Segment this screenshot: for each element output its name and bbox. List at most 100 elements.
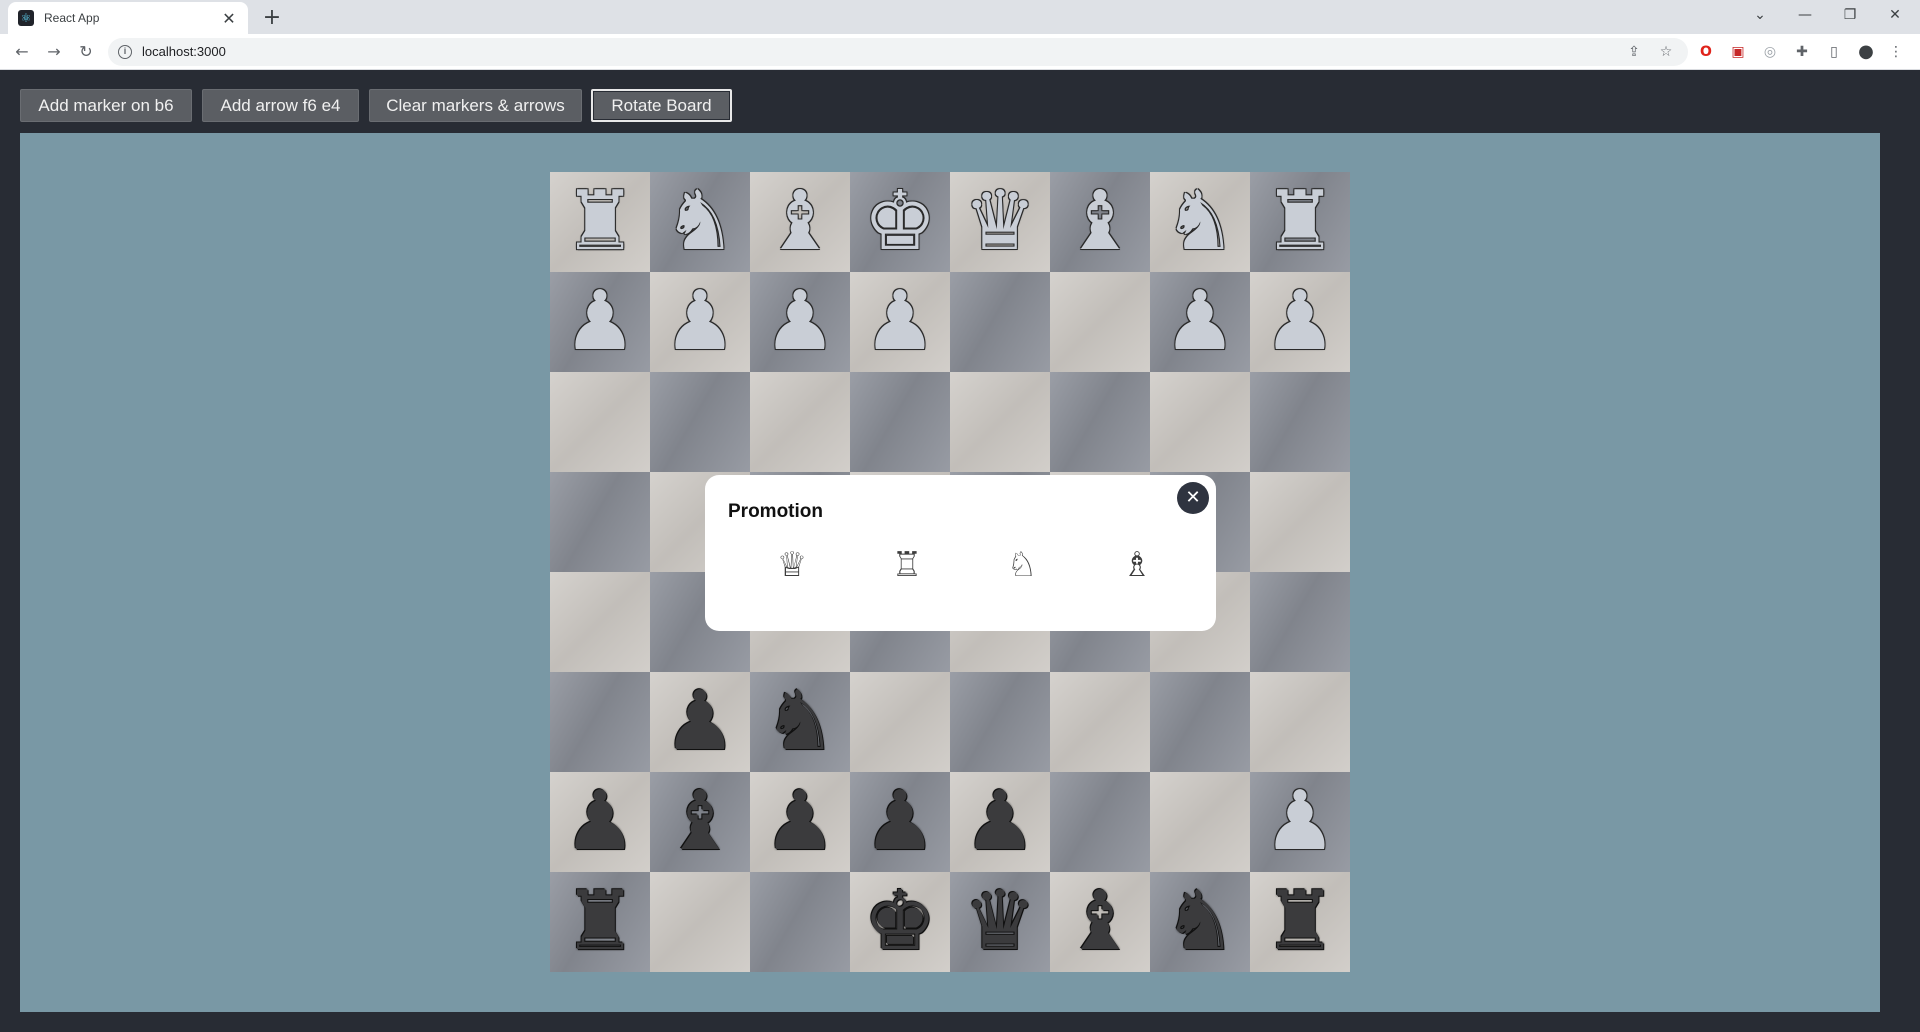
board-square[interactable]: ♝ (1050, 872, 1150, 972)
black-bishop-icon[interactable]: ♝ (650, 772, 750, 872)
extension-icon[interactable]: ▣ (1728, 42, 1748, 62)
board-square[interactable]: ♞ (1150, 172, 1250, 272)
url-text[interactable]: localhost:3000 (142, 44, 226, 59)
board-square[interactable] (750, 872, 850, 972)
board-square[interactable] (1150, 672, 1250, 772)
tab-search-icon[interactable]: ⌄ (1740, 0, 1780, 30)
white-pawn-icon[interactable]: ♟ (1250, 772, 1350, 872)
board-square[interactable] (550, 472, 650, 572)
white-pawn-icon[interactable]: ♟ (650, 272, 750, 372)
white-pawn-icon[interactable]: ♟ (850, 272, 950, 372)
board-square[interactable]: ♚ (850, 872, 950, 972)
black-pawn-icon[interactable]: ♟ (650, 672, 750, 772)
black-pawn-icon[interactable]: ♟ (550, 772, 650, 872)
board-square[interactable]: ♜ (550, 172, 650, 272)
browser-menu-icon[interactable]: ⋮ (1886, 42, 1906, 62)
board-square[interactable] (750, 372, 850, 472)
board-square[interactable]: ♟ (750, 772, 850, 872)
board-square[interactable] (1050, 272, 1150, 372)
board-square[interactable]: ♞ (750, 672, 850, 772)
close-icon[interactable]: ✕ (1177, 482, 1209, 514)
board-square[interactable] (1150, 772, 1250, 872)
black-bishop-icon[interactable]: ♝ (1050, 872, 1150, 972)
promote-knight-icon[interactable]: ♘ (999, 542, 1045, 588)
board-square[interactable]: ♝ (1050, 172, 1150, 272)
board-square[interactable]: ♞ (1150, 872, 1250, 972)
promote-queen-icon[interactable]: ♕ (769, 542, 815, 588)
forward-arrow-icon[interactable]: → (40, 38, 68, 66)
reload-icon[interactable]: ↻ (72, 38, 100, 66)
restore-button[interactable]: ❐ (1830, 0, 1870, 30)
board-square[interactable]: ♟ (650, 272, 750, 372)
promote-rook-icon[interactable]: ♖ (884, 542, 930, 588)
white-knight-icon[interactable]: ♞ (1150, 172, 1250, 272)
new-tab-button[interactable]: + (258, 4, 286, 32)
board-square[interactable] (1250, 672, 1350, 772)
board-square[interactable]: ♟ (850, 272, 950, 372)
extensions-puzzle-icon[interactable]: ✚ (1792, 42, 1812, 62)
board-square[interactable]: ♜ (1250, 872, 1350, 972)
board-square[interactable]: ♝ (650, 772, 750, 872)
board-square[interactable] (850, 372, 950, 472)
board-square[interactable] (950, 372, 1050, 472)
white-pawn-icon[interactable]: ♟ (550, 272, 650, 372)
board-square[interactable]: ♞ (650, 172, 750, 272)
white-pawn-icon[interactable]: ♟ (1150, 272, 1250, 372)
promote-bishop-icon[interactable]: ♗ (1114, 542, 1160, 588)
browser-tab[interactable]: ⚛ React App ✕ (8, 2, 248, 34)
opera-extension-icon[interactable]: O (1696, 42, 1716, 62)
address-bar[interactable]: i localhost:3000 (108, 38, 1688, 66)
board-square[interactable] (1250, 372, 1350, 472)
white-knight-icon[interactable]: ♞ (650, 172, 750, 272)
board-square[interactable] (1050, 672, 1150, 772)
board-square[interactable]: ♟ (550, 272, 650, 372)
black-pawn-icon[interactable]: ♟ (950, 772, 1050, 872)
white-bishop-icon[interactable]: ♝ (1050, 172, 1150, 272)
board-square[interactable]: ♟ (650, 672, 750, 772)
tab-close-icon[interactable]: ✕ (220, 9, 238, 28)
white-king-icon[interactable]: ♚ (850, 172, 950, 272)
white-pawn-icon[interactable]: ♟ (750, 272, 850, 372)
board-square[interactable] (650, 872, 750, 972)
white-queen-icon[interactable]: ♛ (950, 172, 1050, 272)
black-queen-icon[interactable]: ♛ (950, 872, 1050, 972)
clear-markers-arrows-button[interactable]: Clear markers & arrows (369, 89, 582, 122)
black-king-icon[interactable]: ♚ (850, 872, 950, 972)
minimize-button[interactable]: — (1785, 0, 1825, 30)
bookmark-star-icon[interactable]: ☆ (1656, 42, 1676, 62)
board-square[interactable] (850, 672, 950, 772)
rotate-board-button[interactable]: Rotate Board (591, 89, 732, 122)
board-square[interactable] (550, 672, 650, 772)
board-square[interactable]: ♜ (550, 872, 650, 972)
black-rook-icon[interactable]: ♜ (550, 872, 650, 972)
compass-extension-icon[interactable]: ◎ (1760, 42, 1780, 62)
board-square[interactable]: ♟ (950, 772, 1050, 872)
board-square[interactable] (1050, 372, 1150, 472)
black-knight-icon[interactable]: ♞ (750, 672, 850, 772)
board-square[interactable] (1150, 372, 1250, 472)
board-square[interactable]: ♟ (1150, 272, 1250, 372)
white-rook-icon[interactable]: ♜ (1250, 172, 1350, 272)
black-pawn-icon[interactable]: ♟ (750, 772, 850, 872)
side-panel-icon[interactable]: ▯ (1824, 42, 1844, 62)
board-square[interactable]: ♟ (850, 772, 950, 872)
board-square[interactable] (1050, 772, 1150, 872)
board-square[interactable]: ♛ (950, 172, 1050, 272)
white-bishop-icon[interactable]: ♝ (750, 172, 850, 272)
add-arrow-button[interactable]: Add arrow f6 e4 (202, 89, 359, 122)
board-square[interactable]: ♛ (950, 872, 1050, 972)
board-square[interactable]: ♝ (750, 172, 850, 272)
board-square[interactable] (550, 572, 650, 672)
white-rook-icon[interactable]: ♜ (550, 172, 650, 272)
profile-avatar-icon[interactable]: ● (1856, 42, 1876, 62)
board-square[interactable] (550, 372, 650, 472)
window-close-button[interactable]: ✕ (1875, 0, 1915, 30)
board-square[interactable]: ♟ (750, 272, 850, 372)
add-marker-button[interactable]: Add marker on b6 (20, 89, 192, 122)
board-square[interactable] (1250, 472, 1350, 572)
board-square[interactable]: ♜ (1250, 172, 1350, 272)
board-square[interactable] (1250, 572, 1350, 672)
board-square[interactable]: ♚ (850, 172, 950, 272)
back-arrow-icon[interactable]: ← (8, 38, 36, 66)
board-square[interactable]: ♟ (1250, 272, 1350, 372)
